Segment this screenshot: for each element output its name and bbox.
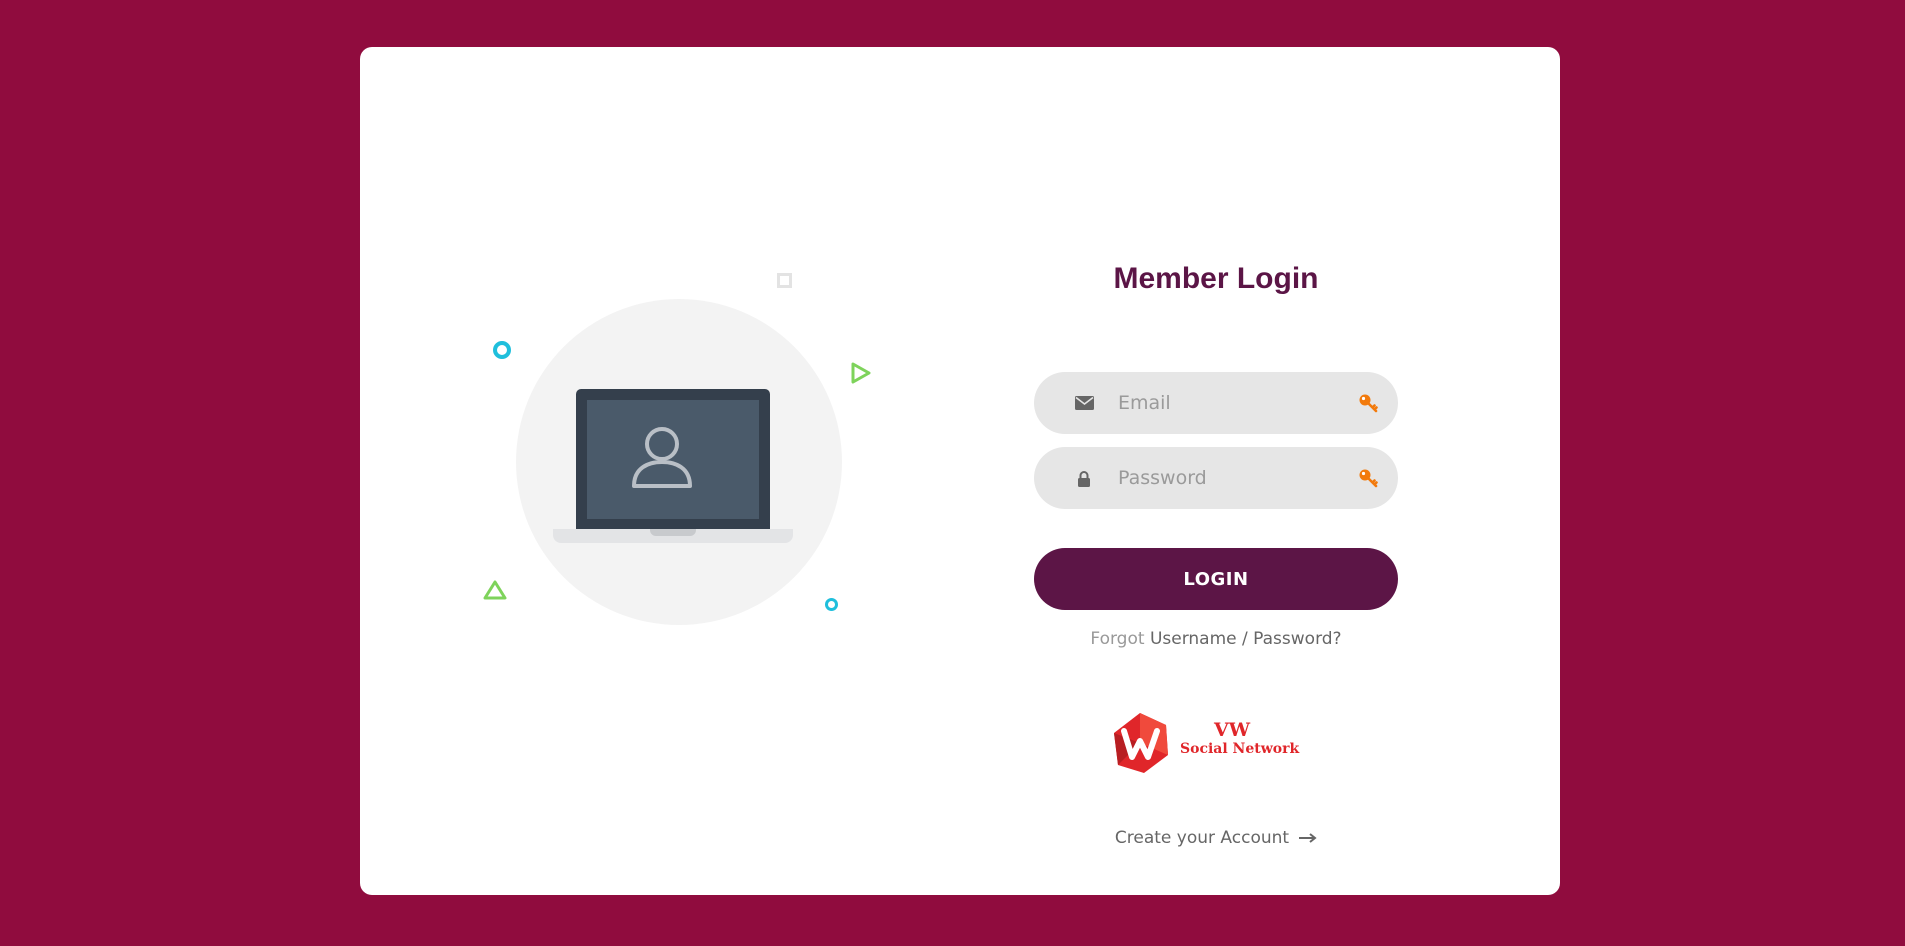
lock-icon: [1074, 468, 1094, 488]
login-button[interactable]: LOGIN: [1034, 548, 1398, 610]
decorative-up-triangle-icon: [483, 580, 507, 600]
password-field-wrapper: [1034, 447, 1398, 509]
key-icon: [1358, 468, 1378, 488]
forgot-prefix: Forgot: [1090, 629, 1145, 649]
email-input[interactable]: [1118, 372, 1348, 434]
decorative-play-triangle-icon: [851, 362, 871, 384]
login-illustration: [360, 47, 960, 895]
forgot-credentials-link[interactable]: Username / Password?: [1150, 629, 1342, 649]
logo-text-vw: VW: [1214, 719, 1251, 741]
email-field-wrapper: [1034, 372, 1398, 434]
password-input[interactable]: [1118, 447, 1348, 509]
logo-text-social-network: Social Network: [1180, 741, 1300, 757]
envelope-icon: [1074, 393, 1094, 413]
key-icon: [1358, 393, 1378, 413]
vw-social-network-logo: VW Social Network: [1110, 711, 1310, 779]
decorative-square-icon: [777, 273, 792, 288]
arrow-right-icon: [1299, 828, 1317, 848]
user-icon: [632, 427, 692, 488]
page-title: Member Login: [1113, 262, 1319, 295]
decorative-ring-small-icon: [825, 598, 838, 611]
login-card: Member Login Email LOGIN Forgot Username…: [360, 47, 1560, 895]
create-account-link[interactable]: Create your Account: [1034, 828, 1398, 848]
decorative-ring-icon: [493, 341, 511, 359]
vw-logo-icon: [1114, 713, 1168, 773]
create-account-label: Create your Account: [1114, 828, 1290, 848]
forgot-credentials: Forgot Username / Password?: [1034, 629, 1398, 649]
laptop-notch: [650, 529, 696, 536]
